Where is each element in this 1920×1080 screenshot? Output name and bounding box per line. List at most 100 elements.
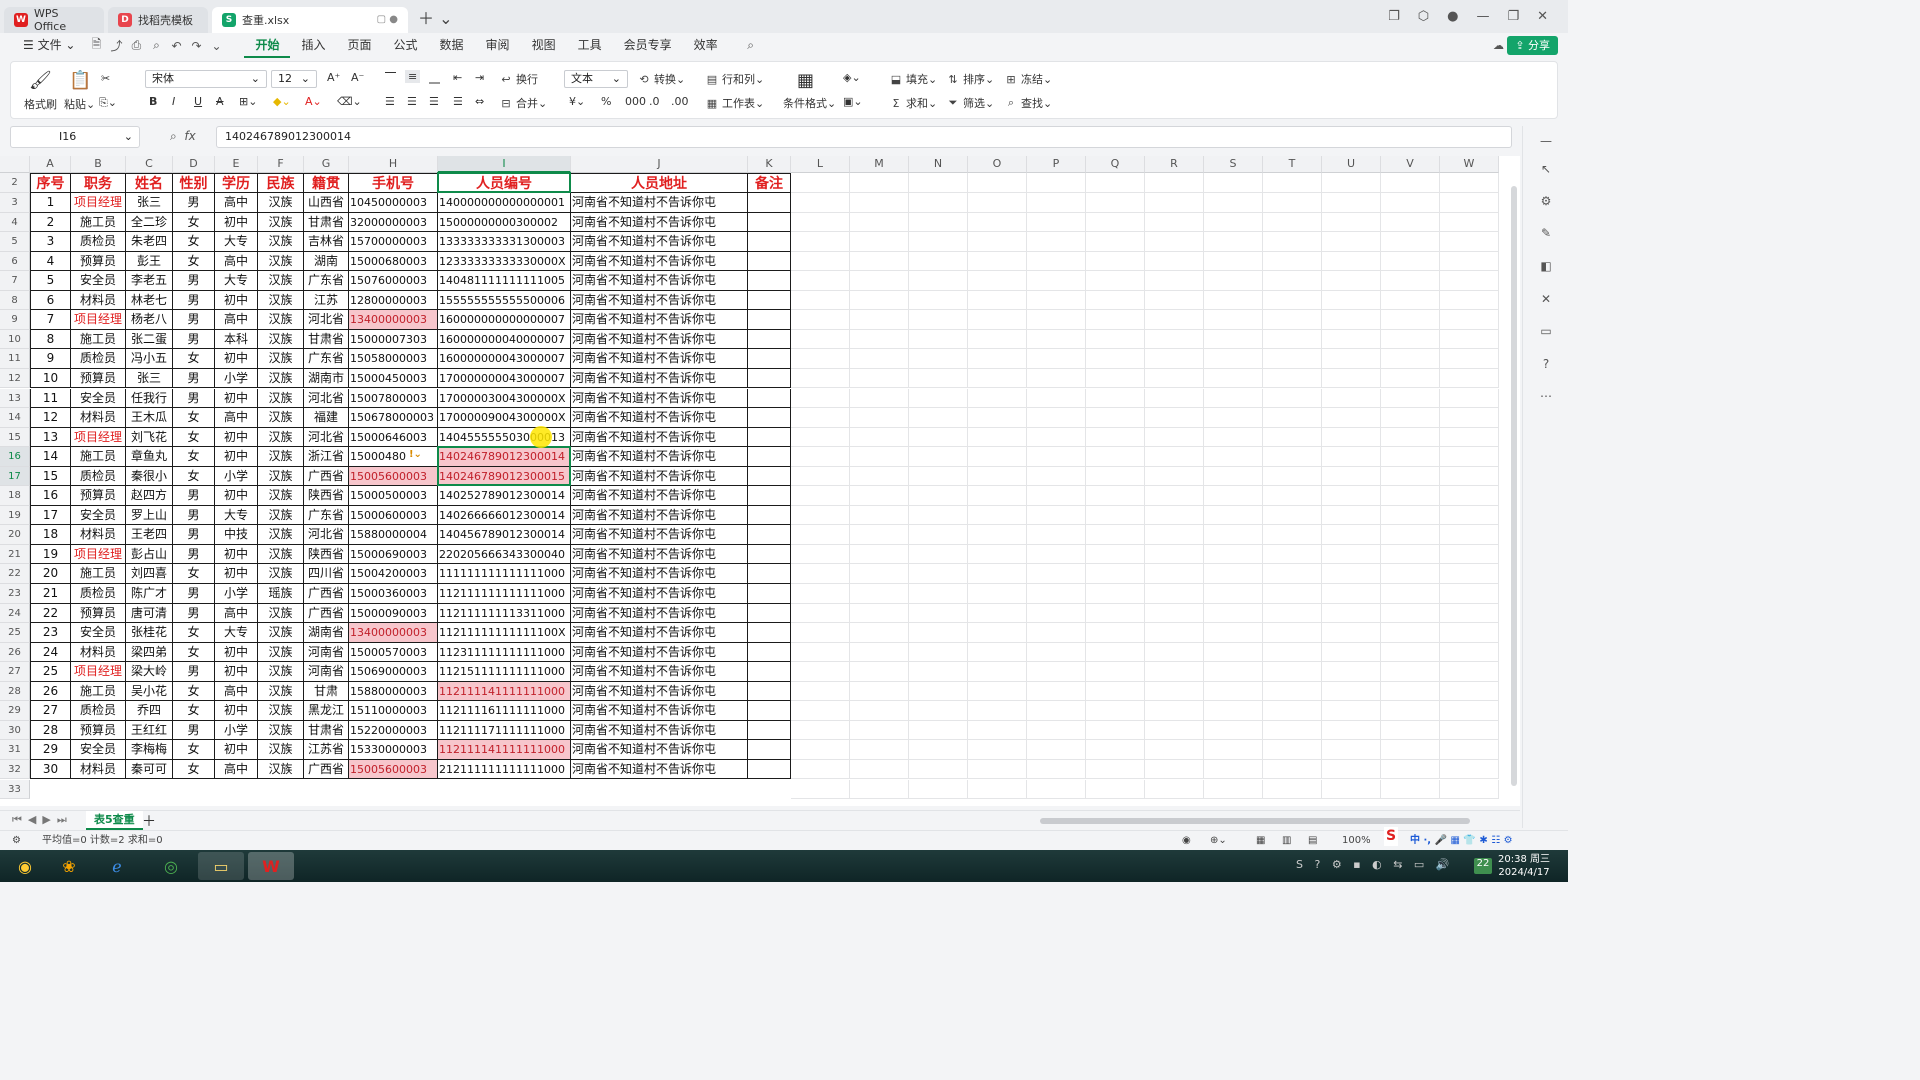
empty-cell[interactable] bbox=[909, 525, 968, 545]
table-cell[interactable]: 安全员 bbox=[71, 505, 126, 526]
empty-cell[interactable] bbox=[850, 603, 909, 624]
column-header-I[interactable]: I bbox=[438, 156, 571, 173]
empty-cell[interactable] bbox=[1381, 525, 1440, 545]
empty-cell[interactable] bbox=[791, 466, 850, 487]
column-header-D[interactable]: D bbox=[173, 156, 215, 173]
table-cell[interactable]: 女 bbox=[173, 740, 215, 760]
table-cell[interactable]: 甘肃省 bbox=[304, 329, 349, 350]
tab-wps-office[interactable]: W WPS Office bbox=[4, 6, 104, 33]
empty-cell[interactable] bbox=[1440, 505, 1499, 526]
empty-cell[interactable] bbox=[1027, 310, 1086, 330]
table-cell[interactable]: 河南省不知道村不告诉你屯 bbox=[571, 349, 748, 369]
empty-cell[interactable] bbox=[1440, 603, 1499, 624]
column-header-E[interactable]: E bbox=[215, 156, 258, 173]
empty-cell[interactable] bbox=[1204, 564, 1263, 584]
empty-cell[interactable] bbox=[1204, 759, 1263, 780]
table-cell[interactable]: 河南省不知道村不告诉你屯 bbox=[571, 388, 748, 409]
empty-cell[interactable] bbox=[1381, 740, 1440, 760]
sheet-nav-icon[interactable]: ⏮◀▶⏭ bbox=[12, 813, 73, 827]
empty-cell[interactable] bbox=[1440, 447, 1499, 467]
table-cell[interactable]: 男 bbox=[173, 662, 215, 682]
formula-input[interactable]: 140246789012300014 bbox=[216, 126, 1512, 148]
empty-cell[interactable] bbox=[1263, 427, 1322, 448]
empty-cell[interactable] bbox=[968, 720, 1027, 741]
empty-cell[interactable] bbox=[968, 584, 1027, 604]
empty-cell[interactable] bbox=[1263, 662, 1322, 682]
table-cell[interactable]: 初中 bbox=[215, 447, 258, 467]
empty-cell[interactable] bbox=[1027, 466, 1086, 487]
table-cell[interactable]: 15000680003 bbox=[349, 251, 438, 272]
empty-cell[interactable] bbox=[968, 759, 1027, 780]
empty-cell[interactable] bbox=[1381, 271, 1440, 291]
table-cell[interactable]: 女 bbox=[173, 759, 215, 780]
empty-cell[interactable] bbox=[1440, 740, 1499, 760]
empty-cell[interactable] bbox=[1263, 486, 1322, 506]
menu-formula[interactable]: 公式 bbox=[383, 33, 429, 58]
menu-data[interactable]: 数据 bbox=[429, 33, 475, 58]
row-header-11[interactable]: 11 bbox=[0, 349, 30, 369]
empty-cell[interactable] bbox=[1145, 525, 1204, 545]
table-cell[interactable]: 15000000000300002 bbox=[438, 212, 571, 233]
empty-cell[interactable] bbox=[1322, 427, 1381, 448]
table-header-cell[interactable]: 序号 bbox=[30, 173, 71, 193]
table-cell[interactable]: 4 bbox=[30, 251, 71, 272]
table-cell[interactable]: 男 bbox=[173, 544, 215, 565]
table-cell[interactable]: 彭占山 bbox=[126, 544, 173, 565]
settings-icon[interactable]: ⚙ bbox=[1539, 194, 1553, 208]
eye-icon[interactable]: ◉ bbox=[1182, 831, 1191, 850]
empty-cell[interactable] bbox=[1027, 408, 1086, 428]
currency-icon[interactable]: ¥⌄ bbox=[569, 95, 585, 108]
notification-badge[interactable]: 22 bbox=[1474, 858, 1492, 874]
empty-cell[interactable] bbox=[1086, 662, 1145, 682]
empty-cell[interactable] bbox=[1204, 212, 1263, 233]
table-cell[interactable]: 8 bbox=[30, 329, 71, 350]
empty-cell[interactable] bbox=[1204, 701, 1263, 721]
worksheet-button[interactable]: ▦ 工作表 ⌄ bbox=[705, 95, 764, 111]
table-cell[interactable]: 汉族 bbox=[258, 329, 304, 350]
empty-cell[interactable] bbox=[1263, 466, 1322, 487]
table-cell[interactable]: 秦可可 bbox=[126, 759, 173, 780]
more-icon[interactable]: ⌄ bbox=[208, 39, 224, 53]
table-cell[interactable] bbox=[748, 447, 791, 467]
empty-cell[interactable] bbox=[1381, 388, 1440, 409]
table-cell[interactable]: 15000600003 bbox=[349, 505, 438, 526]
empty-cell[interactable] bbox=[1322, 603, 1381, 624]
empty-cell[interactable] bbox=[968, 486, 1027, 506]
empty-cell[interactable] bbox=[1381, 447, 1440, 467]
empty-cell[interactable] bbox=[850, 623, 909, 643]
empty-cell[interactable] bbox=[1263, 564, 1322, 584]
empty-cell[interactable] bbox=[1440, 408, 1499, 428]
table-cell[interactable] bbox=[748, 564, 791, 584]
cut-icon[interactable]: ✂ bbox=[101, 72, 110, 85]
empty-cell[interactable] bbox=[909, 349, 968, 369]
empty-cell[interactable] bbox=[1145, 232, 1204, 252]
table-cell[interactable] bbox=[748, 212, 791, 233]
empty-cell[interactable] bbox=[1263, 623, 1322, 643]
format-painter-button[interactable]: 格式刷 bbox=[24, 96, 57, 112]
table-cell[interactable]: 河南省不知道村不告诉你屯 bbox=[571, 329, 748, 350]
table-header-cell[interactable]: 籍贯 bbox=[304, 173, 349, 193]
table-cell[interactable]: 汉族 bbox=[258, 232, 304, 252]
empty-cell[interactable] bbox=[968, 701, 1027, 721]
table-cell[interactable] bbox=[748, 740, 791, 760]
table-cell[interactable]: 预算员 bbox=[71, 251, 126, 272]
table-cell[interactable]: 高中 bbox=[215, 251, 258, 272]
column-header-O[interactable]: O bbox=[968, 156, 1027, 173]
table-cell[interactable]: 河南省不知道村不告诉你屯 bbox=[571, 720, 748, 741]
empty-cell[interactable] bbox=[909, 193, 968, 213]
empty-cell[interactable] bbox=[1322, 251, 1381, 272]
row-header-3[interactable]: 3 bbox=[0, 193, 30, 213]
empty-cell[interactable] bbox=[1381, 779, 1440, 800]
empty-cell[interactable] bbox=[1381, 408, 1440, 428]
empty-cell[interactable] bbox=[791, 740, 850, 760]
row-header-21[interactable]: 21 bbox=[0, 544, 30, 565]
empty-cell[interactable] bbox=[1263, 290, 1322, 311]
conditional-format-icon[interactable]: ▦ bbox=[797, 70, 814, 91]
empty-cell[interactable] bbox=[850, 701, 909, 721]
table-cell[interactable]: 河南省不知道村不告诉你屯 bbox=[571, 368, 748, 389]
table-cell[interactable]: 河南省不知道村不告诉你屯 bbox=[571, 193, 748, 213]
empty-cell[interactable] bbox=[1086, 603, 1145, 624]
empty-cell[interactable] bbox=[1381, 173, 1440, 193]
empty-cell[interactable] bbox=[1204, 271, 1263, 291]
empty-cell[interactable] bbox=[791, 388, 850, 409]
